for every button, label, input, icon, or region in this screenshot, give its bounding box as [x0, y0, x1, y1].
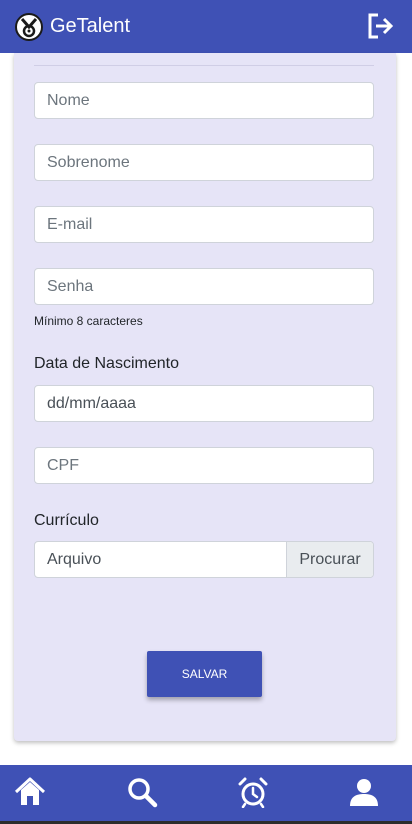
- divider: [34, 65, 374, 66]
- cpf-input[interactable]: CPF: [34, 447, 374, 484]
- resume-file-input[interactable]: Arquivo Procurar: [34, 541, 374, 578]
- getalent-logo-icon: [15, 13, 43, 41]
- resume-label: Currículo: [34, 512, 99, 529]
- password-input[interactable]: Senha: [34, 268, 374, 305]
- save-button[interactable]: SALVAR: [147, 651, 262, 697]
- password-hint: Mínimo 8 caracteres: [34, 314, 143, 328]
- surname-input[interactable]: Sobrenome: [34, 144, 374, 181]
- search-icon[interactable]: [126, 776, 158, 808]
- birthdate-label: Data de Nascimento: [34, 355, 179, 372]
- bottom-nav: [0, 765, 412, 824]
- browse-button[interactable]: Procurar: [286, 542, 373, 577]
- app-title: GeTalent: [50, 15, 131, 37]
- birthdate-input[interactable]: dd/mm/aaaa: [34, 385, 374, 422]
- name-input[interactable]: Nome: [34, 82, 374, 119]
- signup-form-card: Nome Sobrenome E-mail Senha Mínimo 8 car…: [14, 53, 396, 741]
- email-input[interactable]: E-mail: [34, 206, 374, 243]
- user-icon[interactable]: [348, 776, 380, 808]
- alarm-clock-icon[interactable]: [237, 776, 269, 808]
- logout-icon[interactable]: [365, 11, 395, 41]
- file-placeholder: Arquivo: [47, 551, 102, 568]
- top-app-bar: GeTalent: [0, 0, 412, 53]
- home-icon[interactable]: [14, 776, 46, 808]
